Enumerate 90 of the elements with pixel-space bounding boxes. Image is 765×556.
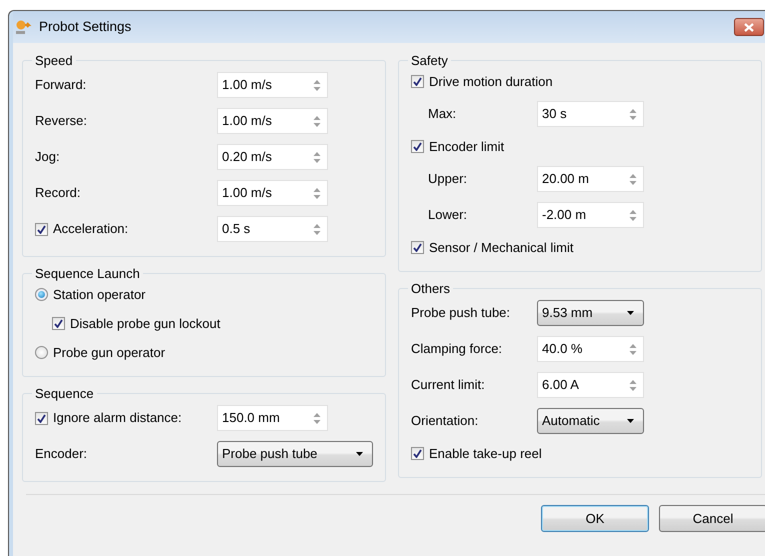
spin-value: 20.00 m <box>542 170 589 188</box>
spin-box[interactable]: 150.0 mm <box>217 405 328 431</box>
spin-box[interactable]: 1.00 m/s <box>217 72 328 98</box>
checkbox[interactable] <box>411 241 424 254</box>
group-title: Speed <box>34 54 74 67</box>
check-icon <box>413 449 422 458</box>
check-icon <box>37 414 46 422</box>
field-label: Current limit: <box>411 376 485 394</box>
check-icon <box>413 243 422 252</box>
spin-box[interactable]: -2.00 m <box>537 202 644 228</box>
spin-arrows-icon <box>313 222 321 236</box>
spin-arrows-icon <box>629 172 637 186</box>
checkbox-label: Ignore alarm distance: <box>53 409 182 428</box>
dropdown-value: 9.53 mm <box>542 304 593 322</box>
dropdown[interactable]: Probe push tube <box>217 441 373 467</box>
window-title: Probot Settings <box>39 18 132 36</box>
group-title: Sequence <box>34 387 95 400</box>
field-label: Lower: <box>428 206 468 224</box>
dropdown-value: Probe push tube <box>222 445 318 464</box>
spin-value: 0.20 m/s <box>222 148 272 166</box>
spin-box[interactable]: 1.00 m/s <box>217 180 328 206</box>
spin-arrows-icon <box>313 114 321 128</box>
caret-icon <box>627 311 634 315</box>
checkbox[interactable] <box>411 447 424 460</box>
spin-value: 1.00 m/s <box>222 76 272 94</box>
ok-button[interactable]: OK <box>541 505 649 532</box>
dropdown[interactable]: 9.53 mm <box>537 300 644 326</box>
caret-icon <box>356 452 363 456</box>
spin-box[interactable]: 0.5 s <box>217 216 328 242</box>
field-label: Upper: <box>428 170 468 188</box>
checkbox[interactable] <box>35 222 48 236</box>
field-label: Clamping force: <box>411 340 502 358</box>
spin-value: 150.0 mm <box>222 409 280 428</box>
radio-button[interactable] <box>35 346 48 359</box>
group-title: Safety <box>410 54 449 67</box>
field-label: Orientation: <box>411 412 478 430</box>
spin-value: 6.00 A <box>542 376 579 394</box>
checkbox-label: Enable take-up reel <box>429 444 542 463</box>
radio-label: Station operator <box>53 286 146 304</box>
checkbox[interactable] <box>35 412 48 424</box>
field-label: Forward: <box>35 76 86 94</box>
group-title: Sequence Launch <box>34 267 141 280</box>
radio-label: Probe gun operator <box>53 344 166 362</box>
spin-value: 1.00 m/s <box>222 184 272 202</box>
close-button[interactable] <box>734 18 764 36</box>
spin-value: 40.0 % <box>542 340 582 358</box>
field-label: Jog: <box>35 148 60 166</box>
app-icon <box>15 19 33 35</box>
checkbox-label: Encoder limit <box>429 138 504 156</box>
spin-arrows-icon <box>629 108 637 120</box>
spin-box[interactable]: 1.00 m/s <box>217 108 328 134</box>
dropdown[interactable]: Automatic <box>537 408 644 434</box>
spin-value: 1.00 m/s <box>222 112 272 130</box>
check-icon <box>37 224 46 234</box>
field-label: Max: <box>428 105 456 124</box>
spin-value: -2.00 m <box>542 206 586 224</box>
spin-value: 0.5 s <box>222 220 250 238</box>
checkbox-label: Acceleration: <box>53 220 128 238</box>
checkbox-label: Disable probe gun lockout <box>70 314 220 333</box>
spin-box[interactable]: 40.0 % <box>537 336 644 362</box>
field-label: Reverse: <box>35 112 88 130</box>
checkbox-label: Sensor / Mechanical limit <box>429 238 574 257</box>
spin-arrows-icon <box>313 186 321 200</box>
radio-button[interactable] <box>35 288 48 301</box>
spin-box[interactable]: 30 s <box>537 101 644 127</box>
dropdown-value: Automatic <box>542 412 600 430</box>
spin-arrows-icon <box>313 150 321 164</box>
field-label: Probe push tube: <box>411 304 510 322</box>
checkbox[interactable] <box>411 75 424 88</box>
spin-box[interactable]: 20.00 m <box>537 166 644 192</box>
checkbox[interactable] <box>52 317 65 330</box>
spin-box[interactable]: 6.00 A <box>537 372 644 398</box>
close-icon <box>744 22 754 32</box>
checkbox[interactable] <box>411 140 424 153</box>
group-title: Others <box>410 282 452 295</box>
spin-arrows-icon <box>629 208 637 222</box>
spin-value: 30 s <box>542 105 567 124</box>
spin-arrows-icon <box>629 342 637 356</box>
cancel-button[interactable]: Cancel <box>659 505 765 532</box>
caret-icon <box>627 419 634 423</box>
spin-arrows-icon <box>629 378 637 392</box>
check-icon <box>54 319 63 328</box>
spin-box[interactable]: 0.20 m/s <box>217 144 328 170</box>
spin-arrows-icon <box>313 78 321 92</box>
field-label: Record: <box>35 184 81 202</box>
check-icon <box>413 77 422 86</box>
field-label: Encoder: <box>35 445 88 464</box>
checkbox-label: Drive motion duration <box>429 72 553 91</box>
spin-arrows-icon <box>313 412 321 424</box>
check-icon <box>413 142 422 151</box>
